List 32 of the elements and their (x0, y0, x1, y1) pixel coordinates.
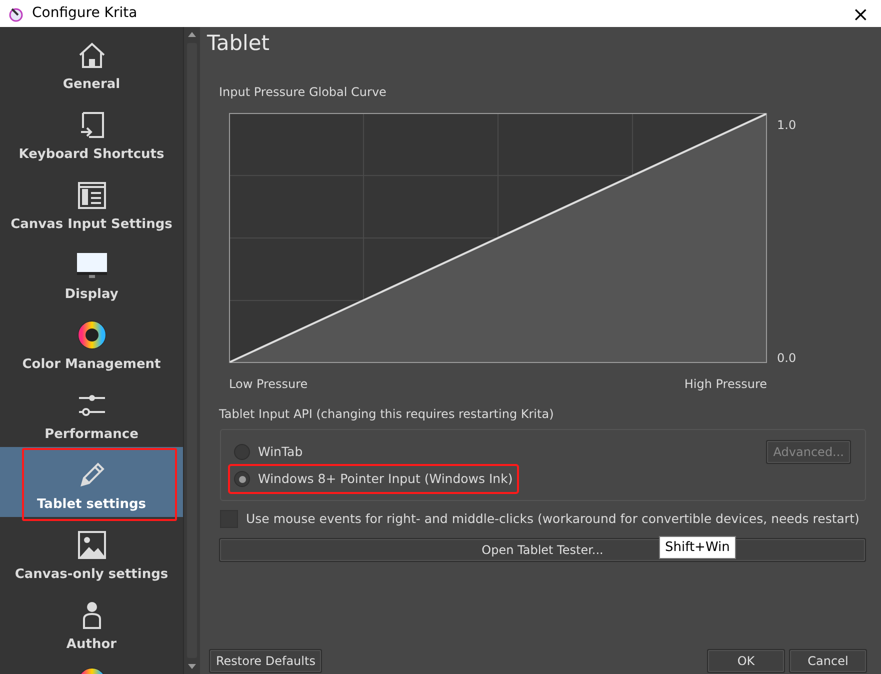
sidebar-item[interactable]: Canvas Input Settings (0, 167, 183, 237)
color-wheel-icon (76, 320, 106, 350)
sidebar-item[interactable]: Keyboard Shortcuts (0, 97, 183, 167)
sidebar-item[interactable]: General (0, 27, 183, 97)
curve-title: Input Pressure Global Curve (219, 85, 386, 99)
scrollbar[interactable] (183, 27, 200, 674)
sidebar-item[interactable]: Author (0, 587, 183, 657)
image-icon (76, 530, 106, 560)
radio-button[interactable] (234, 444, 250, 460)
panel-icon (76, 180, 106, 210)
app-logo-icon (8, 6, 24, 22)
sidebar-item[interactable]: Canvas-only settings (0, 517, 183, 587)
restore-defaults-button[interactable]: Restore Defaults (209, 649, 322, 673)
sidebar-item[interactable]: Performance (0, 377, 183, 447)
close-button[interactable]: × (852, 4, 869, 24)
ok-button[interactable]: OK (707, 649, 785, 673)
tooltip: Shift+Win (659, 536, 736, 560)
radio-label[interactable]: Windows 8+ Pointer Input (Windows Ink) (258, 470, 513, 488)
radio-label[interactable]: WinTab (258, 442, 303, 462)
sidebar-item[interactable]: Color Management (0, 307, 183, 377)
axis-label: Low Pressure (229, 376, 308, 393)
axis-label: High Pressure (684, 376, 767, 393)
cancel-button[interactable]: Cancel (789, 649, 867, 673)
axis-label: 1.0 (777, 117, 796, 134)
window-title: Configure Krita (32, 4, 138, 23)
axis-label: 0.0 (777, 350, 796, 367)
group-title: Tablet Input API (changing this requires restarting Krita) (219, 407, 554, 421)
checkbox-label[interactable]: Use mouse events for right- and middle-clicks (workaround for convertible devices, needs restart) (246, 510, 860, 529)
sidebar-item[interactable]: Display (0, 237, 183, 307)
page-title: Tablet (207, 31, 270, 55)
radio-button[interactable] (234, 471, 250, 487)
curve-editor[interactable] (229, 113, 767, 363)
